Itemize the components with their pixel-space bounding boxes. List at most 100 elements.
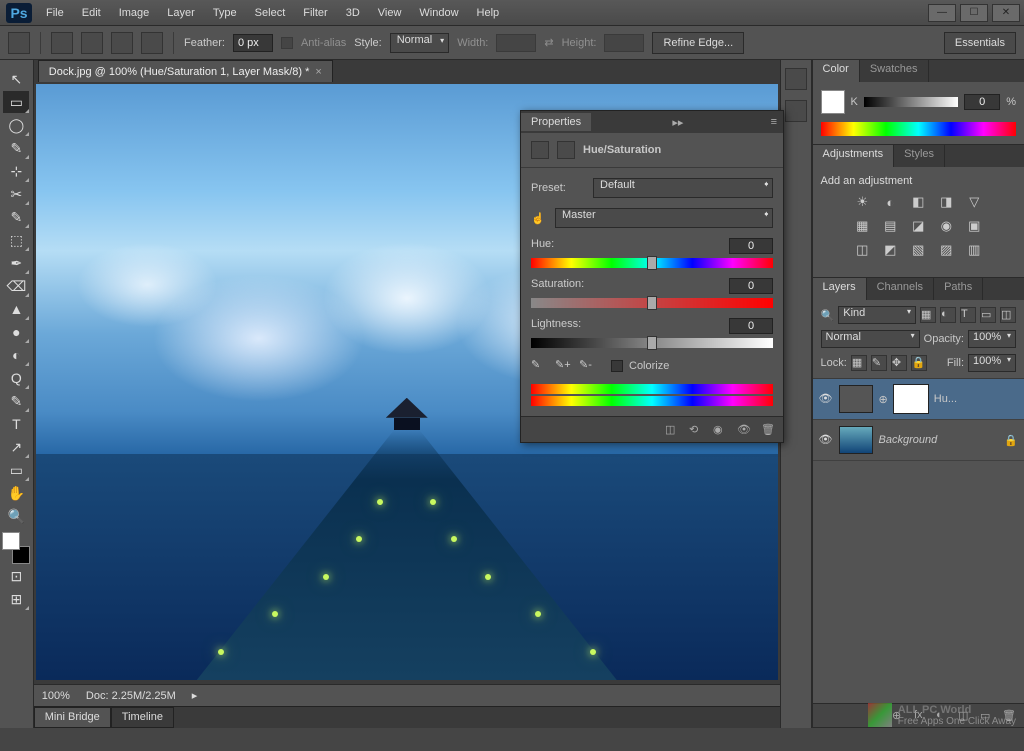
doc-size[interactable]: Doc: 2.25M/2.25M [86, 690, 176, 702]
hand-tool[interactable]: ✋ [3, 482, 29, 504]
dodge-tool[interactable]: Q [3, 367, 29, 389]
status-arrow-icon[interactable]: ▸ [192, 689, 198, 702]
channels-tab[interactable]: Channels [867, 278, 934, 300]
slider-thumb[interactable] [647, 296, 657, 310]
selective-icon[interactable]: ▥ [964, 241, 984, 259]
crop-tool[interactable]: ⊹ [3, 160, 29, 182]
color-range-bars[interactable] [531, 384, 773, 406]
menu-layer[interactable]: Layer [159, 3, 203, 23]
filter-type-icon[interactable]: T [960, 307, 976, 323]
hue-input[interactable] [729, 238, 773, 254]
feather-input[interactable] [233, 34, 273, 52]
document-tab[interactable]: Dock.jpg @ 100% (Hue/Saturation 1, Layer… [38, 60, 333, 82]
color-swatches[interactable] [2, 532, 30, 564]
color-spectrum[interactable] [821, 122, 1016, 136]
menu-type[interactable]: Type [205, 3, 245, 23]
timeline-tab[interactable]: Timeline [111, 707, 174, 728]
hue-slider[interactable] [531, 258, 773, 268]
color-slider[interactable] [864, 97, 958, 107]
zoom-level[interactable]: 100% [42, 690, 70, 702]
menu-image[interactable]: Image [111, 3, 158, 23]
visibility-toggle-icon[interactable]: 👁 [737, 423, 751, 437]
adjustment-layer-icon[interactable]: ◫ [958, 709, 972, 723]
maximize-button[interactable]: ☐ [960, 4, 988, 22]
swatches-tab[interactable]: Swatches [860, 60, 929, 82]
filter-pixel-icon[interactable]: ▦ [920, 307, 936, 323]
delete-icon[interactable]: 🗑 [761, 423, 775, 437]
menu-window[interactable]: Window [411, 3, 466, 23]
clip-icon[interactable]: ◫ [665, 423, 679, 437]
styles-tab[interactable]: Styles [894, 145, 945, 167]
lock-pixels-icon[interactable]: ✎ [871, 355, 887, 371]
threshold-icon[interactable]: ▧ [908, 241, 928, 259]
blur-tool[interactable]: ◐ [3, 344, 29, 366]
close-button[interactable]: ✕ [992, 4, 1020, 22]
collapse-icon[interactable]: ▸▸ [666, 116, 689, 129]
filter-kind-select[interactable]: Kind [838, 306, 916, 324]
layers-tab[interactable]: Layers [813, 278, 867, 300]
brightness-icon[interactable]: ☀ [852, 193, 872, 211]
lock-position-icon[interactable]: ✥ [891, 355, 907, 371]
previous-state-icon[interactable]: ⟲ [689, 423, 703, 437]
refine-edge-button[interactable]: Refine Edge... [652, 32, 744, 54]
foreground-color[interactable] [2, 532, 20, 550]
reset-icon[interactable]: ◉ [713, 423, 727, 437]
curves-icon[interactable]: ◧ [908, 193, 928, 211]
eraser-tool[interactable]: ▲ [3, 298, 29, 320]
opacity-input[interactable]: 100% [968, 330, 1016, 348]
mask-thumbnail[interactable] [894, 385, 928, 413]
eyedropper-icon[interactable]: ✎ [531, 358, 547, 374]
menu-file[interactable]: File [38, 3, 72, 23]
new-layer-icon[interactable]: ▭ [980, 709, 994, 723]
color-foreground-swatch[interactable] [821, 90, 845, 114]
menu-select[interactable]: Select [247, 3, 294, 23]
actions-icon[interactable] [785, 100, 807, 122]
quick-select-tool[interactable]: ✎ [3, 137, 29, 159]
subtract-selection-button[interactable] [111, 32, 133, 54]
filter-adjust-icon[interactable]: ◐ [940, 307, 956, 323]
targeted-icon[interactable]: ☝ [531, 212, 549, 225]
mask-toggle-icon[interactable] [557, 141, 575, 159]
minimize-button[interactable]: — [928, 4, 956, 22]
invert-icon[interactable]: ◫ [852, 241, 872, 259]
filter-shape-icon[interactable]: ▭ [980, 307, 996, 323]
history-brush-tool[interactable]: ⌫ [3, 275, 29, 297]
adjustment-thumbnail[interactable] [839, 385, 873, 413]
lock-all-icon[interactable]: 🔒 [911, 355, 927, 371]
brush-tool[interactable]: ⬚ [3, 229, 29, 251]
mask-icon[interactable]: ◐ [936, 709, 950, 723]
layer-hue-saturation[interactable]: 👁 ⊕ Hu... [813, 379, 1024, 420]
slider-thumb[interactable] [647, 336, 657, 350]
link-layers-icon[interactable]: ⊕ [892, 709, 906, 723]
path-select-tool[interactable]: ↗ [3, 436, 29, 458]
lightness-slider[interactable] [531, 338, 773, 348]
posterize-icon[interactable]: ◩ [880, 241, 900, 259]
marquee-tool[interactable]: ▭ [3, 91, 29, 113]
screenmode-tool[interactable]: ⊞ [3, 588, 29, 610]
saturation-slider[interactable] [531, 298, 773, 308]
zoom-tool[interactable]: 🔍 [3, 505, 29, 527]
preset-select[interactable]: Default [593, 178, 773, 198]
channelmixer-icon[interactable]: ▣ [964, 217, 984, 235]
quickmask-tool[interactable]: ⊡ [3, 565, 29, 587]
color-tab[interactable]: Color [813, 60, 860, 82]
adjustments-tab[interactable]: Adjustments [813, 145, 895, 167]
menu-3d[interactable]: 3D [338, 3, 368, 23]
menu-filter[interactable]: Filter [295, 3, 335, 23]
exposure-icon[interactable]: ◨ [936, 193, 956, 211]
mini-bridge-tab[interactable]: Mini Bridge [34, 707, 111, 728]
menu-view[interactable]: View [370, 3, 410, 23]
fx-icon[interactable]: fx [914, 709, 928, 723]
properties-tab[interactable]: Properties [521, 113, 591, 131]
type-tool[interactable]: T [3, 413, 29, 435]
eyedropper-add-icon[interactable]: ✎+ [555, 358, 571, 374]
menu-help[interactable]: Help [469, 3, 508, 23]
slider-thumb[interactable] [647, 256, 657, 270]
new-selection-button[interactable] [51, 32, 73, 54]
colorize-checkbox[interactable] [611, 360, 623, 372]
tool-preset-button[interactable] [8, 32, 30, 54]
gradientmap-icon[interactable]: ▨ [936, 241, 956, 259]
stamp-tool[interactable]: ✒ [3, 252, 29, 274]
paths-tab[interactable]: Paths [934, 278, 983, 300]
layer-thumbnail[interactable] [839, 426, 873, 454]
